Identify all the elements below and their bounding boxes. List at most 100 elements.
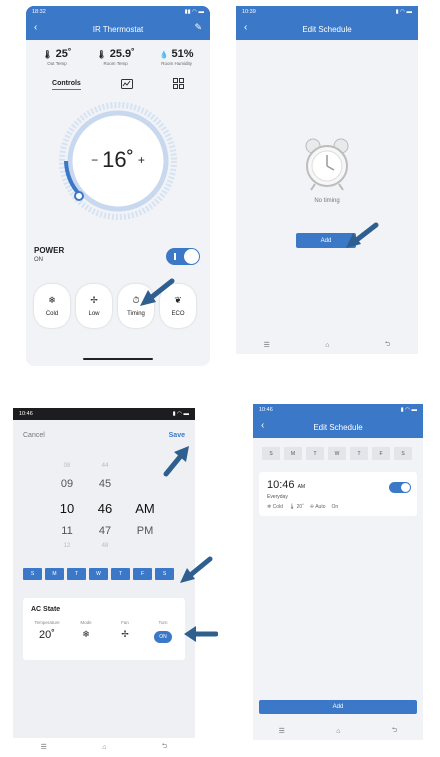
temperature-setting[interactable]: Temperature 20˚	[27, 620, 67, 641]
snowflake-icon: ❄	[267, 504, 272, 510]
schedule-toggle[interactable]	[389, 482, 411, 493]
back-nav-icon[interactable]: ⮌	[162, 742, 168, 753]
tab-chart[interactable]	[120, 78, 133, 91]
status-time: 10:39	[242, 9, 256, 15]
day-sun[interactable]: S	[262, 447, 280, 460]
toggle-on-mark	[174, 253, 176, 260]
home-indicator[interactable]	[83, 357, 153, 360]
hour-option[interactable]: 09	[47, 478, 87, 490]
day-sat[interactable]: S	[394, 447, 412, 460]
minute-option[interactable]: 45	[85, 478, 125, 490]
back-nav-icon[interactable]: ⮌	[392, 726, 398, 737]
menu-icon[interactable]: ☰	[41, 743, 47, 751]
day-thu[interactable]: T	[350, 447, 368, 460]
home-icon[interactable]: ⌂	[325, 342, 329, 349]
ampm-option[interactable]: PM	[125, 525, 165, 537]
back-icon[interactable]: ‹	[244, 22, 247, 33]
turn-on-button[interactable]: ON	[154, 631, 172, 643]
mode-label: Mode	[80, 620, 92, 625]
status-icons: ▮ ◠ ▬	[400, 407, 417, 413]
tab-grid[interactable]	[172, 78, 184, 91]
pointer-arrow-icon	[346, 222, 379, 248]
day-wed[interactable]: W	[328, 447, 346, 460]
day-mon[interactable]: M	[45, 568, 64, 580]
minute-option[interactable]: 47	[85, 525, 125, 537]
hour-selected[interactable]: 10	[47, 501, 87, 516]
status-bar: 10:46 ▮ ◠ ▬	[13, 408, 195, 420]
day-fri[interactable]: F	[133, 568, 152, 580]
save-button[interactable]: Save	[169, 432, 185, 439]
thermometer-icon: 🌡	[288, 504, 296, 510]
ampm-selected[interactable]: AM	[125, 501, 165, 516]
schedule-temp: 20˚	[296, 504, 304, 510]
stat-label: Out Temp	[47, 61, 67, 66]
day-sat[interactable]: S	[155, 568, 174, 580]
power-toggle[interactable]	[166, 248, 200, 265]
back-icon[interactable]: ‹	[34, 22, 37, 33]
mode-label: Low	[88, 311, 100, 317]
fan-setting[interactable]: Fan ✢	[105, 620, 145, 640]
alarm-clock-icon	[305, 138, 349, 191]
chart-icon	[120, 78, 133, 89]
mode-cold-button[interactable]: ❄ Cold	[34, 284, 70, 328]
day-wed[interactable]: W	[89, 568, 108, 580]
turn-setting: Turn ON	[143, 620, 183, 643]
back-icon[interactable]: ‹	[261, 420, 264, 431]
stat-room-temp: 🌡 25.9˚ Room Temp	[97, 48, 135, 66]
schedule-item[interactable]: 10:46 AM Everyday ❄ Cold 🌡 20˚ ✢ Auto On	[259, 472, 417, 516]
minute-option[interactable]: 48	[85, 543, 125, 549]
decrease-button[interactable]: −	[91, 153, 98, 167]
temperature-dial[interactable]: − 16˚ +	[26, 95, 210, 225]
stat-label: Room Humidity	[161, 61, 192, 66]
system-nav-bar: ☰ ⌂ ⮌	[236, 336, 418, 354]
tab-controls[interactable]: Controls	[52, 80, 81, 90]
fan-label: Fan	[121, 620, 129, 625]
add-schedule-button[interactable]: Add	[259, 700, 417, 714]
day-sun[interactable]: S	[23, 568, 42, 580]
schedule-repeat: Everyday	[267, 494, 288, 500]
hour-option[interactable]: 11	[47, 525, 87, 537]
dial-readout: − 16˚ +	[88, 140, 148, 180]
status-bar: 10:46 ▮ ◠ ▬	[253, 404, 423, 416]
toggle-knob	[184, 249, 199, 264]
stat-room-humidity: 💧 51% Room Humidity	[160, 48, 194, 66]
day-fri[interactable]: F	[372, 447, 390, 460]
back-nav-icon[interactable]: ⮌	[385, 340, 391, 351]
pointer-arrow-icon	[140, 278, 175, 306]
grid-icon	[172, 78, 184, 89]
home-icon[interactable]: ⌂	[102, 744, 106, 751]
status-bar: 18:32 ▮▮ ◠ ▬	[26, 6, 210, 18]
mode-setting[interactable]: Mode ❄	[66, 620, 106, 640]
edit-icon[interactable]: ✎	[194, 22, 202, 33]
schedule-time-value: 10:46	[267, 479, 295, 491]
ac-state-card: AC State Temperature 20˚ Mode ❄ Fan ✢ Tu…	[23, 598, 185, 660]
stat-value: 25˚	[55, 48, 72, 60]
mode-label: ECO	[171, 311, 185, 317]
hour-option[interactable]: 12	[47, 543, 87, 549]
minute-option[interactable]: 44	[85, 463, 125, 469]
mode-low-button[interactable]: ✢ Low	[76, 284, 112, 328]
mode-label: Timing	[127, 311, 145, 317]
cancel-button[interactable]: Cancel	[23, 432, 45, 439]
minute-selected[interactable]: 46	[85, 501, 125, 516]
app-bar: ‹ IR Thermostat ✎	[26, 18, 210, 40]
dial-handle[interactable]	[74, 191, 84, 201]
menu-icon[interactable]: ☰	[264, 341, 270, 349]
edit-schedule-list-screen: 10:46 ▮ ◠ ▬ ‹ Edit Schedule S M T W T F …	[253, 404, 423, 740]
stat-label: Room Temp	[103, 61, 128, 66]
fan-icon: ✢	[90, 295, 98, 305]
home-icon[interactable]: ⌂	[336, 728, 340, 735]
day-tue[interactable]: T	[306, 447, 324, 460]
system-nav-bar: ☰ ⌂ ⮌	[13, 738, 195, 756]
turn-label: Turn	[158, 620, 168, 625]
increase-button[interactable]: +	[138, 153, 145, 167]
day-tue[interactable]: T	[67, 568, 86, 580]
sheet-header: Cancel Save	[13, 420, 195, 439]
day-mon[interactable]: M	[284, 447, 302, 460]
menu-icon[interactable]: ☰	[279, 727, 285, 735]
fan-icon: ✢	[309, 504, 315, 510]
hour-option[interactable]: 08	[47, 463, 87, 469]
day-thu[interactable]: T	[111, 568, 130, 580]
pointer-arrow-icon	[163, 446, 189, 477]
header-area: 18:32 ▮▮ ◠ ▬ ‹ IR Thermostat ✎	[26, 6, 210, 40]
